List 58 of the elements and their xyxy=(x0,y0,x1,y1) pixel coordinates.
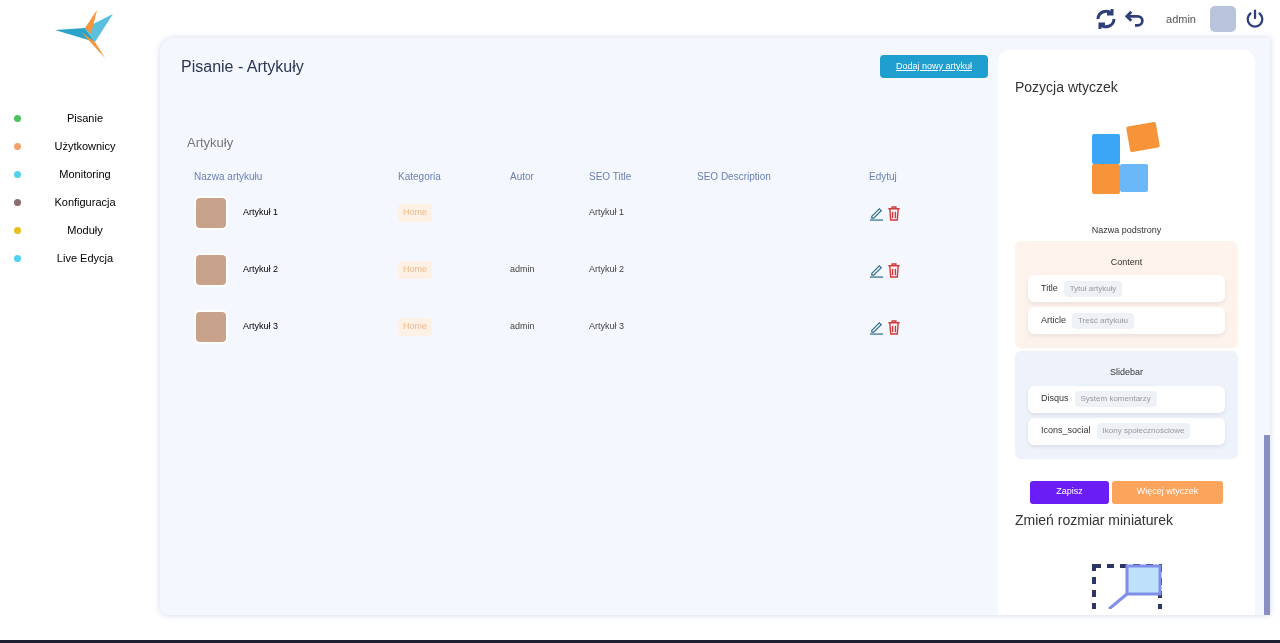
panel-title: Zmień rozmiar miniaturek xyxy=(1015,510,1174,530)
plugin-item[interactable]: Title Tytuł artykuły xyxy=(1028,275,1225,302)
plugin-tag: Ikony społecznościowe xyxy=(1096,423,1191,439)
resize-icon xyxy=(1090,562,1163,609)
trash-icon[interactable] xyxy=(887,205,901,221)
save-button[interactable]: Zapisz xyxy=(1030,480,1109,504)
undo-icon[interactable] xyxy=(1124,8,1147,30)
group-title: Content xyxy=(1109,255,1144,269)
plugin-item[interactable]: Disqus System komentarzy xyxy=(1028,385,1225,413)
table-cell: Artykuł 2 xyxy=(243,263,278,277)
section-title: Artykuły xyxy=(187,134,235,152)
nav-link[interactable]: Pisanie xyxy=(31,109,139,127)
column-header: Autor xyxy=(510,169,535,184)
category-tag: Home xyxy=(398,204,432,222)
category-tag: Home xyxy=(398,318,432,336)
trash-icon[interactable] xyxy=(887,319,901,335)
nav-link[interactable]: Użytkownicy xyxy=(31,137,139,155)
subpage-label: Nazwa podstrony xyxy=(1090,224,1163,237)
group-title: Slidebar xyxy=(1109,366,1144,379)
table-cell: Artykuł 3 xyxy=(589,320,624,334)
plugin-name: Disqus xyxy=(1041,392,1069,406)
trash-icon[interactable] xyxy=(887,262,901,278)
table-cell: Artykuł 1 xyxy=(243,206,278,220)
column-header: Edytuj xyxy=(869,169,898,184)
nav-link[interactable]: Live Edycja xyxy=(31,249,139,267)
plugin-item[interactable]: Icons_social Ikony społecznościowe xyxy=(1028,417,1225,445)
user-name: admin xyxy=(1166,11,1196,27)
nav-link[interactable]: Konfiguracja xyxy=(31,193,139,211)
plugin-name: Icons_social xyxy=(1041,424,1091,438)
photo-placeholder xyxy=(194,310,228,344)
nav-link[interactable]: Moduły xyxy=(31,221,139,239)
bird-logo-icon xyxy=(55,10,113,58)
photo-placeholder xyxy=(194,196,228,230)
table-cell: Artykuł 1 xyxy=(589,206,624,220)
column-header: Kategoria xyxy=(398,169,442,184)
scrollbar-thumb[interactable] xyxy=(1264,435,1270,615)
table-cell: admin xyxy=(510,320,535,334)
edit-icon[interactable] xyxy=(869,205,884,221)
column-header: SEO Description xyxy=(697,169,772,184)
table-cell: Artykuł 3 xyxy=(243,320,278,334)
plugin-tag: Tytuł artykuły xyxy=(1063,280,1123,297)
nav-link[interactable]: Monitoring xyxy=(31,165,139,183)
edit-icon[interactable] xyxy=(869,319,884,335)
power-icon[interactable] xyxy=(1244,8,1266,30)
plugin-item[interactable]: Article Treść artykułu xyxy=(1028,307,1225,334)
photo-placeholder xyxy=(194,253,228,287)
table-cell: Artykuł 2 xyxy=(589,263,624,277)
edit-icon[interactable] xyxy=(869,262,884,278)
plugin-tag: Treść artykułu xyxy=(1072,312,1134,329)
column-header: SEO Title xyxy=(589,169,633,184)
plugin-tag: System komentarzy xyxy=(1074,391,1157,407)
table-cell: admin xyxy=(510,263,535,277)
panel-title: Pozycja wtyczek xyxy=(1015,78,1119,97)
plugin-name: Title xyxy=(1041,281,1058,295)
plugin-name: Article xyxy=(1041,313,1066,327)
category-tag: Home xyxy=(398,261,432,279)
page-title: Pisanie - Artykuły xyxy=(181,57,304,77)
column-header: Nazwa artykułu xyxy=(194,169,264,184)
